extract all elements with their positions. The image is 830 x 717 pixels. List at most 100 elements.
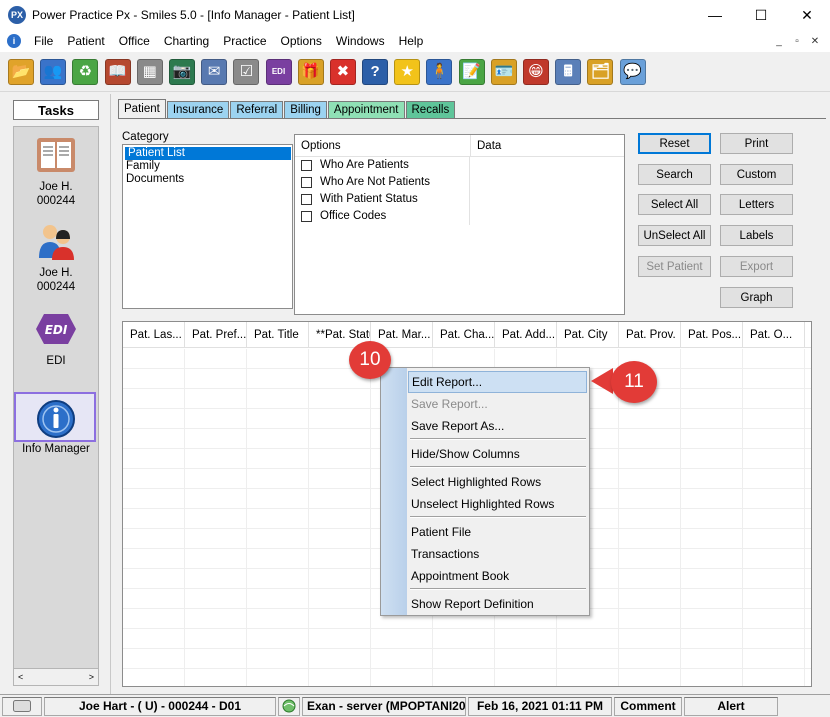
info-menu-icon[interactable]: i (7, 34, 21, 48)
toolbar-button-patients[interactable]: 👥 (38, 57, 68, 87)
toolbar-button-help[interactable]: ? (360, 57, 390, 87)
status-datetime: Feb 16, 2021 01:11 PM (468, 696, 612, 716)
labels-button[interactable]: Labels (720, 225, 793, 246)
toolbar-button-chat-bubble[interactable]: 💬 (618, 57, 648, 87)
tab-recalls[interactable]: Recalls (405, 101, 456, 118)
status-server-icon (278, 696, 300, 716)
tasks-scrollbar[interactable]: < > (13, 668, 99, 686)
option-checkbox[interactable] (301, 160, 312, 171)
menu-patient[interactable]: Patient (60, 34, 111, 48)
menu-item-edit-report[interactable]: Edit Report... (408, 371, 587, 393)
grid-column-header[interactable]: Pat. Title (247, 322, 309, 347)
grid-column-header[interactable]: Pat. Pos... (681, 322, 743, 347)
menu-item-appointment-book[interactable]: Appointment Book (408, 565, 588, 587)
menu-practice[interactable]: Practice (216, 34, 273, 48)
grid-column-header[interactable]: Pat. Prov. (619, 322, 681, 347)
toolbar-button-smile-folder[interactable]: 😁 (521, 57, 551, 87)
unselect-all-button[interactable]: UnSelect All (638, 225, 711, 246)
app-logo-icon: PX (8, 6, 26, 24)
status-alert[interactable]: Alert (684, 696, 778, 716)
status-comment[interactable]: Comment (614, 696, 682, 716)
export-button[interactable]: Export (720, 256, 793, 277)
option-checkbox[interactable] (301, 211, 312, 222)
option-checkbox[interactable] (301, 194, 312, 205)
toolbar-button-mail[interactable]: ✉ (199, 57, 229, 87)
close-red-icon: ✖ (329, 58, 356, 85)
task-item-family[interactable]: Joe H. 000244 (14, 219, 98, 294)
option-checkbox[interactable] (301, 177, 312, 188)
menu-item-hide-show-columns[interactable]: Hide/Show Columns (408, 443, 588, 465)
menu-item-unselect-highlighted-rows[interactable]: Unselect Highlighted Rows (408, 493, 588, 515)
graph-button[interactable]: Graph (720, 287, 793, 308)
toolbar-button-calculator[interactable]: 🖩 (553, 57, 583, 87)
toolbar-button-folders[interactable]: 🗂 (585, 57, 615, 87)
menu-windows[interactable]: Windows (329, 34, 392, 48)
menu-item-show-report-definition[interactable]: Show Report Definition (408, 593, 588, 615)
mdi-restore-button[interactable]: ▫ (788, 33, 806, 49)
tab-billing[interactable]: Billing (284, 101, 327, 118)
print-button[interactable]: Print (720, 133, 793, 154)
scroll-right-button[interactable]: > (89, 672, 94, 682)
mdi-close-button[interactable]: ✕ (806, 33, 824, 49)
menu-item-transactions[interactable]: Transactions (408, 543, 588, 565)
category-list[interactable]: Patient List Family Documents (122, 144, 293, 309)
grid-column-header[interactable]: Pat. City (557, 322, 619, 347)
tab-patient[interactable]: Patient (118, 99, 166, 118)
toolbar-button-bag[interactable]: 🎁 (296, 57, 326, 87)
task-item-info-manager[interactable]: Info Manager (14, 397, 98, 456)
task-item-edi[interactable]: EDI EDI (14, 307, 98, 368)
menu-item-save-report[interactable]: Save Report... (408, 393, 588, 415)
grid-column-header[interactable]: Pat. Pref... (185, 322, 247, 347)
letters-button[interactable]: Letters (720, 194, 793, 215)
toolbar-button-open-folder[interactable]: 📂 (6, 57, 36, 87)
option-row[interactable]: Who Are Patients (295, 157, 624, 174)
option-label: Who Are Patients (320, 157, 470, 174)
grid-column-header[interactable]: Pat. Add... (495, 322, 557, 347)
category-item-documents[interactable]: Documents (123, 173, 292, 186)
toolbar-button-close-red[interactable]: ✖ (328, 57, 358, 87)
option-row[interactable]: Office Codes (295, 208, 624, 225)
smile-folder-icon: 😁 (523, 58, 549, 85)
menu-charting[interactable]: Charting (157, 34, 216, 48)
tab-appointment[interactable]: Appointment (327, 101, 405, 118)
toolbar-button-person[interactable]: 🧍 (424, 57, 454, 87)
menu-item-save-report-as[interactable]: Save Report As... (408, 415, 588, 437)
toolbar-button-calendar-grid[interactable]: ▦ (135, 57, 165, 87)
toolbar-button-recycle[interactable]: ♻ (70, 57, 100, 87)
set-patient-button[interactable]: Set Patient (638, 256, 711, 277)
search-button[interactable]: Search (638, 164, 711, 185)
tab-insurance[interactable]: Insurance (166, 101, 230, 118)
grid-column-header[interactable]: Pat. O... (743, 322, 805, 347)
grid-column-header[interactable]: Pat. Las... (123, 322, 185, 347)
toolbar-button-star[interactable]: ★ (392, 57, 422, 87)
grid-column-header[interactable]: Pat. Cha... (433, 322, 495, 347)
toolbar-button-id-card[interactable]: 🪪 (489, 57, 519, 87)
menu-office[interactable]: Office (112, 34, 157, 48)
reset-button[interactable]: Reset (638, 133, 711, 154)
menu-help[interactable]: Help (392, 34, 431, 48)
maximize-button[interactable]: ☐ (738, 0, 784, 30)
category-item-family[interactable]: Family (123, 160, 292, 173)
menu-file[interactable]: File (27, 34, 60, 48)
category-item-patient-list[interactable]: Patient List (125, 147, 291, 160)
menu-options[interactable]: Options (274, 34, 329, 48)
minimize-button[interactable]: — (692, 0, 738, 30)
task-item-patient-chart[interactable]: Joe H. 000244 (14, 133, 98, 208)
scroll-left-button[interactable]: < (18, 672, 23, 682)
mdi-minimize-button[interactable]: _ (770, 33, 788, 49)
option-row[interactable]: Who Are Not Patients (295, 174, 624, 191)
menu-item-select-highlighted-rows[interactable]: Select Highlighted Rows (408, 471, 588, 493)
toolbar-button-edi[interactable]: EDI (264, 57, 294, 87)
person-icon: 🧍 (426, 58, 453, 85)
toolbar-button-camera[interactable]: 📷 (167, 57, 197, 87)
custom-button[interactable]: Custom (720, 164, 793, 185)
toolbar-button-book[interactable]: 📖 (103, 57, 133, 87)
tab-referral[interactable]: Referral (230, 101, 284, 118)
bag-icon: 🎁 (297, 58, 324, 85)
option-row[interactable]: With Patient Status (295, 191, 624, 208)
toolbar-button-note[interactable]: 📝 (457, 57, 487, 87)
toolbar-button-checklist[interactable]: ☑ (231, 57, 261, 87)
select-all-button[interactable]: Select All (638, 194, 711, 215)
menu-item-patient-file[interactable]: Patient File (408, 521, 588, 543)
close-button[interactable]: ✕ (784, 0, 830, 30)
